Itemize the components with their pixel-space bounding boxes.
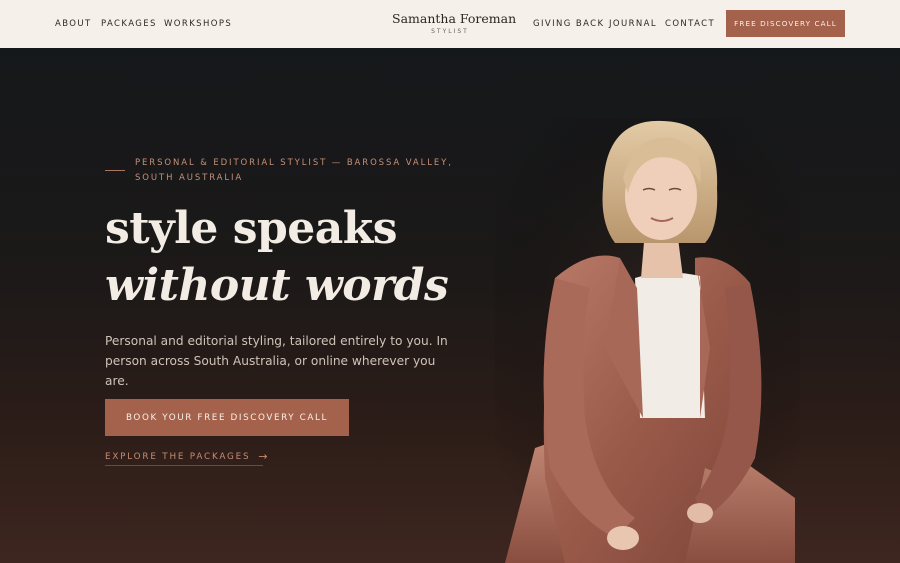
hero-eyebrow: PERSONAL & EDITORIAL STYLIST — BAROSSA V… [135,158,453,183]
nav-contact-link[interactable]: CONTACT [665,19,715,29]
eyebrow-divider [105,170,125,171]
explore-packages-link[interactable]: EXPLORE THE PACKAGES → [105,448,268,466]
nav-about-link[interactable]: ABOUT [55,19,92,29]
site-header: ABOUT PACKAGES WORKSHOPS Samantha Forema… [0,0,900,48]
nav-journal-link[interactable]: JOURNAL [609,19,657,29]
arrow-right-icon: → [258,450,268,463]
hero-section: PERSONAL & EDITORIAL STYLIST — BAROSSA V… [0,48,900,563]
hero-headline-line1: style speaks [105,203,398,254]
hero-headline-line2: without words [105,260,449,311]
nav-packages-link[interactable]: PACKAGES [101,19,157,29]
hero-intro-text: Personal and editorial styling, tailored… [105,334,448,388]
free-discovery-call-button[interactable]: FREE DISCOVERY CALL [726,10,845,37]
stylist-portrait-image [495,118,800,563]
explore-packages-label: EXPLORE THE PACKAGES [105,451,251,462]
nav-workshops-link[interactable]: WORKSHOPS [164,19,232,29]
book-discovery-call-button[interactable]: BOOK YOUR FREE DISCOVERY CALL [105,399,349,436]
logo-name[interactable]: Samantha Foreman [392,11,516,26]
logo-subtitle: STYLIST [431,28,469,35]
nav-giving-back-link[interactable]: GIVING BACK [533,19,604,29]
